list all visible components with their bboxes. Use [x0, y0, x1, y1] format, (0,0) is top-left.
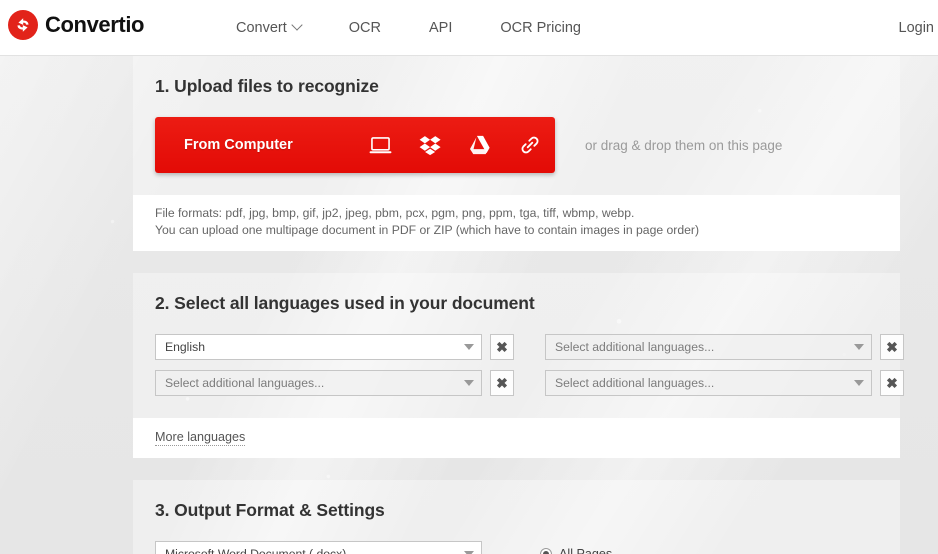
section-gap-2 [133, 458, 900, 480]
language-cell-2: Select additional languages... ✖ [545, 334, 904, 360]
output-format-select[interactable]: Microsoft Word Document (.docx) [155, 541, 482, 554]
language-cell-4: Select additional languages... ✖ [545, 370, 904, 396]
upload-section-title: 1. Upload files to recognize [155, 76, 379, 96]
nav-item-api[interactable]: API [405, 20, 476, 36]
language-select-grid: English ✖ Select additional languages...… [155, 334, 904, 396]
language-clear-2-button[interactable]: ✖ [880, 334, 904, 360]
upload-section: 1. Upload files to recognize From Comput… [133, 56, 900, 251]
language-cell-1: English ✖ [155, 334, 514, 360]
language-select-1-value: English [165, 340, 205, 354]
output-section-body: 3. Output Format & Settings Microsoft Wo… [133, 480, 900, 554]
output-section: 3. Output Format & Settings Microsoft Wo… [133, 480, 900, 554]
google-drive-icon[interactable] [455, 117, 505, 173]
from-computer-button[interactable]: From Computer [155, 117, 555, 173]
login-link[interactable]: Login [899, 0, 936, 56]
language-clear-1-button[interactable]: ✖ [490, 334, 514, 360]
all-pages-label: All Pages [559, 547, 613, 554]
language-clear-3-button[interactable]: ✖ [490, 370, 514, 396]
all-pages-radio-option[interactable]: All Pages [540, 547, 612, 554]
upload-row: From Computer or drag & drop them on thi… [155, 117, 878, 173]
drag-drop-hint: or drag & drop them on this page [585, 137, 783, 153]
chevron-down-icon [291, 19, 303, 31]
chevron-down-icon [464, 344, 474, 350]
language-select-2-value: Select additional languages... [555, 340, 715, 354]
language-select-4[interactable]: Select additional languages... [545, 370, 872, 396]
language-section: 2. Select all languages used in your doc… [133, 273, 904, 458]
nav-item-ocr-pricing[interactable]: OCR Pricing [476, 20, 605, 36]
language-select-4-value: Select additional languages... [555, 376, 715, 390]
file-formats-line-1: File formats: pdf, jpg, bmp, gif, jp2, j… [155, 206, 635, 220]
output-row: Microsoft Word Document (.docx) All Page… [155, 541, 878, 554]
nav-item-ocr[interactable]: OCR [325, 20, 405, 36]
chevron-down-icon [854, 344, 864, 350]
language-section-title: 2. Select all languages used in your doc… [155, 293, 535, 313]
convertio-circle-arrows-icon [8, 10, 38, 40]
language-clear-4-button[interactable]: ✖ [880, 370, 904, 396]
output-format-value: Microsoft Word Document (.docx) [165, 547, 347, 554]
all-pages-radio[interactable] [540, 548, 552, 554]
dropbox-icon[interactable] [405, 117, 455, 173]
language-select-3-value: Select additional languages... [165, 376, 325, 390]
nav-item-convert[interactable]: Convert [212, 19, 325, 36]
logo[interactable]: Convertio [8, 10, 144, 40]
chevron-down-icon [464, 380, 474, 386]
upload-section-body: 1. Upload files to recognize From Comput… [133, 56, 900, 195]
nav-label-convert: Convert [236, 20, 287, 36]
language-cell-3: Select additional languages... ✖ [155, 370, 514, 396]
section-gap-1 [133, 251, 900, 273]
file-formats-line-2: You can upload one multipage document in… [155, 223, 700, 237]
more-languages-footer: More languages [133, 418, 900, 458]
more-languages-link[interactable]: More languages [155, 430, 246, 446]
site-header: Convertio Convert OCR API OCR Pricing Lo… [0, 0, 938, 56]
main-content: 1. Upload files to recognize From Comput… [133, 56, 904, 554]
computer-icon[interactable] [355, 117, 405, 173]
chevron-down-icon [854, 380, 864, 386]
logo-text: Convertio [45, 12, 145, 37]
language-section-body: 2. Select all languages used in your doc… [133, 273, 904, 418]
language-select-2[interactable]: Select additional languages... [545, 334, 872, 360]
language-select-3[interactable]: Select additional languages... [155, 370, 482, 396]
from-computer-label: From Computer [184, 137, 293, 153]
output-section-title: 3. Output Format & Settings [155, 500, 385, 520]
main-navigation: Convert OCR API OCR Pricing [212, 0, 605, 56]
url-link-icon[interactable] [505, 117, 555, 173]
file-formats-footer: File formats: pdf, jpg, bmp, gif, jp2, j… [133, 195, 900, 251]
language-select-1[interactable]: English [155, 334, 482, 360]
